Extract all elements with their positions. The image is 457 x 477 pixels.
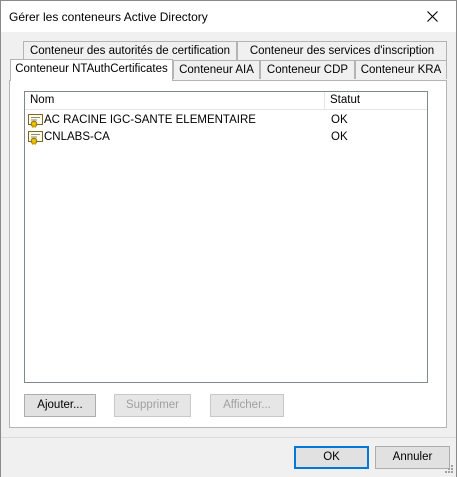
window-title: Gérer les conteneurs Active Directory bbox=[9, 10, 208, 24]
tab-label: Conteneur des autorités de certification bbox=[29, 45, 231, 57]
tab-label: Conteneur AIA bbox=[179, 64, 254, 76]
tab-cdp[interactable]: Conteneur CDP bbox=[260, 60, 355, 79]
remove-button[interactable]: Supprimer bbox=[114, 394, 191, 417]
list-header: Nom Statut bbox=[25, 92, 427, 110]
tab-certification-authorities[interactable]: Conteneur des autorités de certification bbox=[23, 41, 237, 60]
tab-label: Conteneur NTAuthCertificates bbox=[15, 63, 168, 75]
list-item[interactable]: AC RACINE IGC-SANTE ELEMENTAIRE OK bbox=[25, 112, 427, 129]
certificate-name: AC RACINE IGC-SANTE ELEMENTAIRE bbox=[44, 114, 256, 126]
certificate-status: OK bbox=[331, 131, 348, 143]
close-icon bbox=[427, 11, 438, 22]
tab-label: Conteneur CDP bbox=[266, 64, 349, 76]
certificate-icon bbox=[28, 131, 43, 145]
view-button[interactable]: Afficher... bbox=[210, 394, 284, 417]
certificate-name: CNLABS-CA bbox=[44, 131, 110, 143]
certificate-status: OK bbox=[331, 114, 348, 126]
certificate-list[interactable]: Nom Statut AC RACINE IGC-SANTE ELEMENTAI… bbox=[24, 91, 428, 383]
resize-grip-icon[interactable] bbox=[444, 464, 454, 474]
title-bar: Gérer les conteneurs Active Directory bbox=[1, 1, 456, 32]
tab-label: Conteneur KRA bbox=[360, 64, 442, 76]
dialog-window: Gérer les conteneurs Active Directory Co… bbox=[0, 0, 457, 477]
tab-panel: Nom Statut AC RACINE IGC-SANTE ELEMENTAI… bbox=[9, 80, 447, 428]
certificate-icon bbox=[28, 114, 43, 128]
add-button[interactable]: Ajouter... bbox=[24, 394, 96, 417]
column-header-status[interactable]: Statut bbox=[325, 92, 429, 109]
tab-ntauth-certificates[interactable]: Conteneur NTAuthCertificates bbox=[10, 59, 173, 81]
close-button[interactable] bbox=[410, 1, 456, 32]
list-item[interactable]: CNLABS-CA OK bbox=[25, 129, 427, 146]
cancel-button[interactable]: Annuler bbox=[375, 446, 450, 469]
tab-kra[interactable]: Conteneur KRA bbox=[355, 60, 447, 79]
column-header-name[interactable]: Nom bbox=[25, 92, 325, 109]
tab-label: Conteneur des services d'inscription bbox=[249, 45, 435, 57]
tab-aia[interactable]: Conteneur AIA bbox=[173, 60, 260, 79]
ok-button[interactable]: OK bbox=[294, 446, 369, 469]
tab-enrollment-services[interactable]: Conteneur des services d'inscription bbox=[237, 41, 447, 60]
